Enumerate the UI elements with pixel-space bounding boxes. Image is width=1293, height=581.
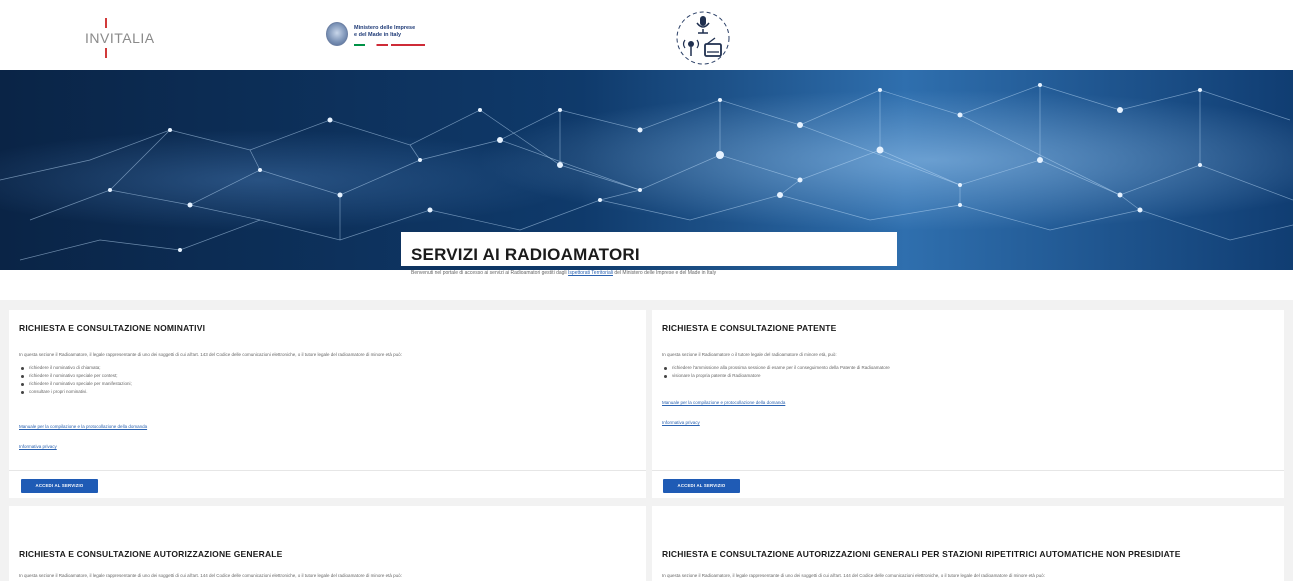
access-service-button-nominativi[interactable]: ACCEDI AL SERVIZIO <box>21 479 98 493</box>
radio-amateur-logo-icon[interactable] <box>675 10 731 66</box>
invitalia-logo-bar-bottom <box>105 48 107 58</box>
hero-subtitle-text-before: Benvenuti nel portale di accesso ai serv… <box>411 270 567 276</box>
site-header: INVITALIA Ministero delle Imprese e del … <box>0 0 1293 70</box>
card-title-nominativi: RICHIESTA E CONSULTAZIONE NOMINATIVI <box>19 323 206 333</box>
bullet-item: richiedere il nominativo speciale per ma… <box>19 380 132 388</box>
ministry-name-line1: Ministero delle Imprese <box>354 25 416 31</box>
invitalia-logo-bar-top <box>105 18 107 28</box>
privacy-link-nominativi[interactable]: Informativa privacy <box>19 444 57 449</box>
ministry-name-line2: e del Made in Italy <box>354 32 402 38</box>
bullet-item: richiedere il nominativo speciale per co… <box>19 372 132 380</box>
card-title-stazioni-ripetitrici: RICHIESTA E CONSULTAZIONE AUTORIZZAZIONI… <box>662 549 1181 559</box>
service-card-autorizzazione-generale <box>9 506 646 581</box>
manual-link-nominativi[interactable]: Manuale per la compilazione e la protoco… <box>19 424 147 429</box>
card-title-autorizzazione-generale: RICHIESTA E CONSULTAZIONE AUTORIZZAZIONE… <box>19 549 283 559</box>
card-bullets-patente: richiedere l'ammissione alla prossima se… <box>662 364 890 380</box>
card-bullets-nominativi: richiedere il nominativo di chiamata; ri… <box>19 364 132 396</box>
hero-subtitle: Benvenuti nel portale di accesso ai serv… <box>411 270 716 276</box>
card-intro-nominativi: In questa sezione il Radioamatore, il le… <box>19 352 402 357</box>
invitalia-logo[interactable]: INVITALIA <box>85 14 195 64</box>
red-stripe <box>391 44 425 46</box>
card-intro-stazioni-ripetitrici: In questa sezione il Radioamatore, il le… <box>662 573 1045 578</box>
card-intro-patente: In questa sezione il Radioamatore o il t… <box>662 352 837 357</box>
card-title-patente: RICHIESTA E CONSULTAZIONE PATENTE <box>662 323 837 333</box>
card-intro-autorizzazione-generale: In questa sezione il Radioamatore, il le… <box>19 573 402 578</box>
bullet-item: consultare i propri nominativi. <box>19 388 132 396</box>
service-card-stazioni-ripetitrici <box>652 506 1284 581</box>
hero-subtitle-text-after: del Ministero delle Imprese e del Made i… <box>614 270 717 276</box>
italian-emblem-icon <box>326 22 348 46</box>
privacy-link-patente[interactable]: Informativa privacy <box>662 420 700 425</box>
page-title: SERVIZI AI RADIOAMATORI <box>411 245 640 264</box>
ispettorati-territoriali-link[interactable]: Ispettorati Territoriali <box>568 270 613 276</box>
italian-flag-stripe <box>354 44 388 46</box>
access-service-button-patente[interactable]: ACCEDI AL SERVIZIO <box>663 479 740 493</box>
bullet-item: richiedere l'ammissione alla prossima se… <box>662 364 890 372</box>
ministry-logo[interactable]: Ministero delle Imprese e del Made in It… <box>326 22 486 52</box>
bullet-item: richiedere il nominativo di chiamata; <box>19 364 132 372</box>
invitalia-logo-text: INVITALIA <box>85 30 155 46</box>
manual-link-patente[interactable]: Manuale per la compilazione e protocolla… <box>662 400 785 405</box>
card-divider <box>9 470 646 471</box>
card-divider <box>652 470 1284 471</box>
bullet-item: visionare la propria patente di Radioama… <box>662 372 890 380</box>
